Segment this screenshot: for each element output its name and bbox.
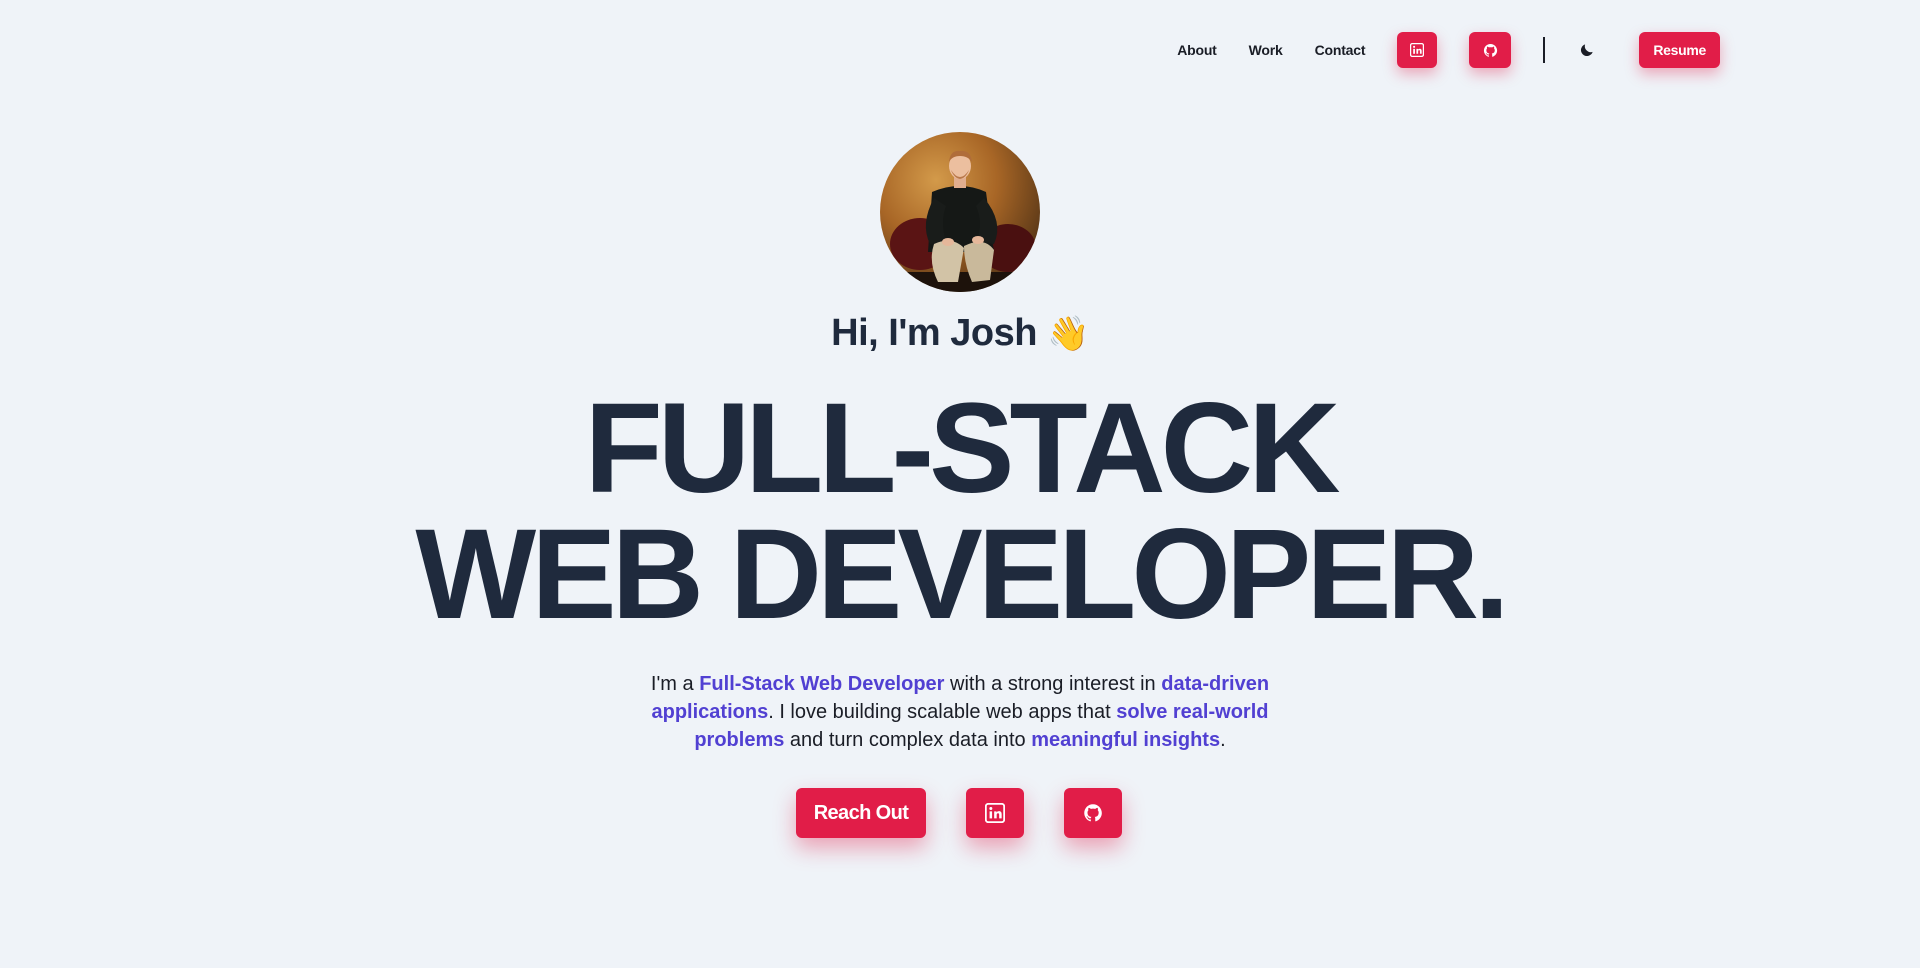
resume-button[interactable]: Resume [1639, 32, 1720, 68]
intro-highlight-1: Full-Stack Web Developer [699, 673, 945, 695]
nav-link-contact[interactable]: Contact [1315, 42, 1366, 58]
moon-icon [1581, 44, 1593, 57]
headline-line-2: WEB DEVELOPER. [415, 503, 1509, 646]
avatar [880, 132, 1040, 292]
waving-hand-icon: 👋 [1046, 315, 1089, 353]
nav-link-about[interactable]: About [1177, 42, 1217, 58]
intro-text-4: and turn complex data into [784, 729, 1032, 751]
github-icon [1483, 43, 1497, 57]
intro-text-5: . [1220, 729, 1226, 751]
top-nav: About Work Contact Resume [1177, 32, 1720, 68]
github-icon [1084, 804, 1102, 822]
greeting: Hi, I'm Josh 👋 [0, 312, 1920, 355]
headline-line-1: FULL-STACK [584, 377, 1341, 520]
intro-text-2: with a strong interest in [944, 673, 1162, 695]
cta-github-button[interactable] [1064, 788, 1122, 838]
intro-highlight-4: meaningful insights [1031, 729, 1221, 751]
nav-divider [1543, 37, 1546, 63]
nav-github-button[interactable] [1469, 32, 1512, 68]
linkedin-icon [985, 803, 1005, 823]
intro-paragraph: I'm a Full-Stack Web Developer with a st… [640, 670, 1280, 754]
hero-headline: FULL-STACK WEB DEVELOPER. [0, 377, 1920, 646]
cta-linkedin-button[interactable] [966, 788, 1024, 838]
reach-out-button[interactable]: Reach Out [796, 788, 926, 838]
intro-text-3: . I love building scalable web apps that [768, 701, 1117, 723]
nav-link-work[interactable]: Work [1249, 42, 1283, 58]
nav-linkedin-button[interactable] [1397, 32, 1438, 68]
linkedin-icon [1410, 43, 1425, 57]
theme-toggle-button[interactable] [1569, 32, 1605, 68]
cta-row: Reach Out [796, 788, 1122, 838]
intro-text-1: I'm a [650, 673, 700, 695]
avatar-portrait [880, 150, 1040, 292]
greeting-text: Hi, I'm Josh [831, 312, 1037, 354]
